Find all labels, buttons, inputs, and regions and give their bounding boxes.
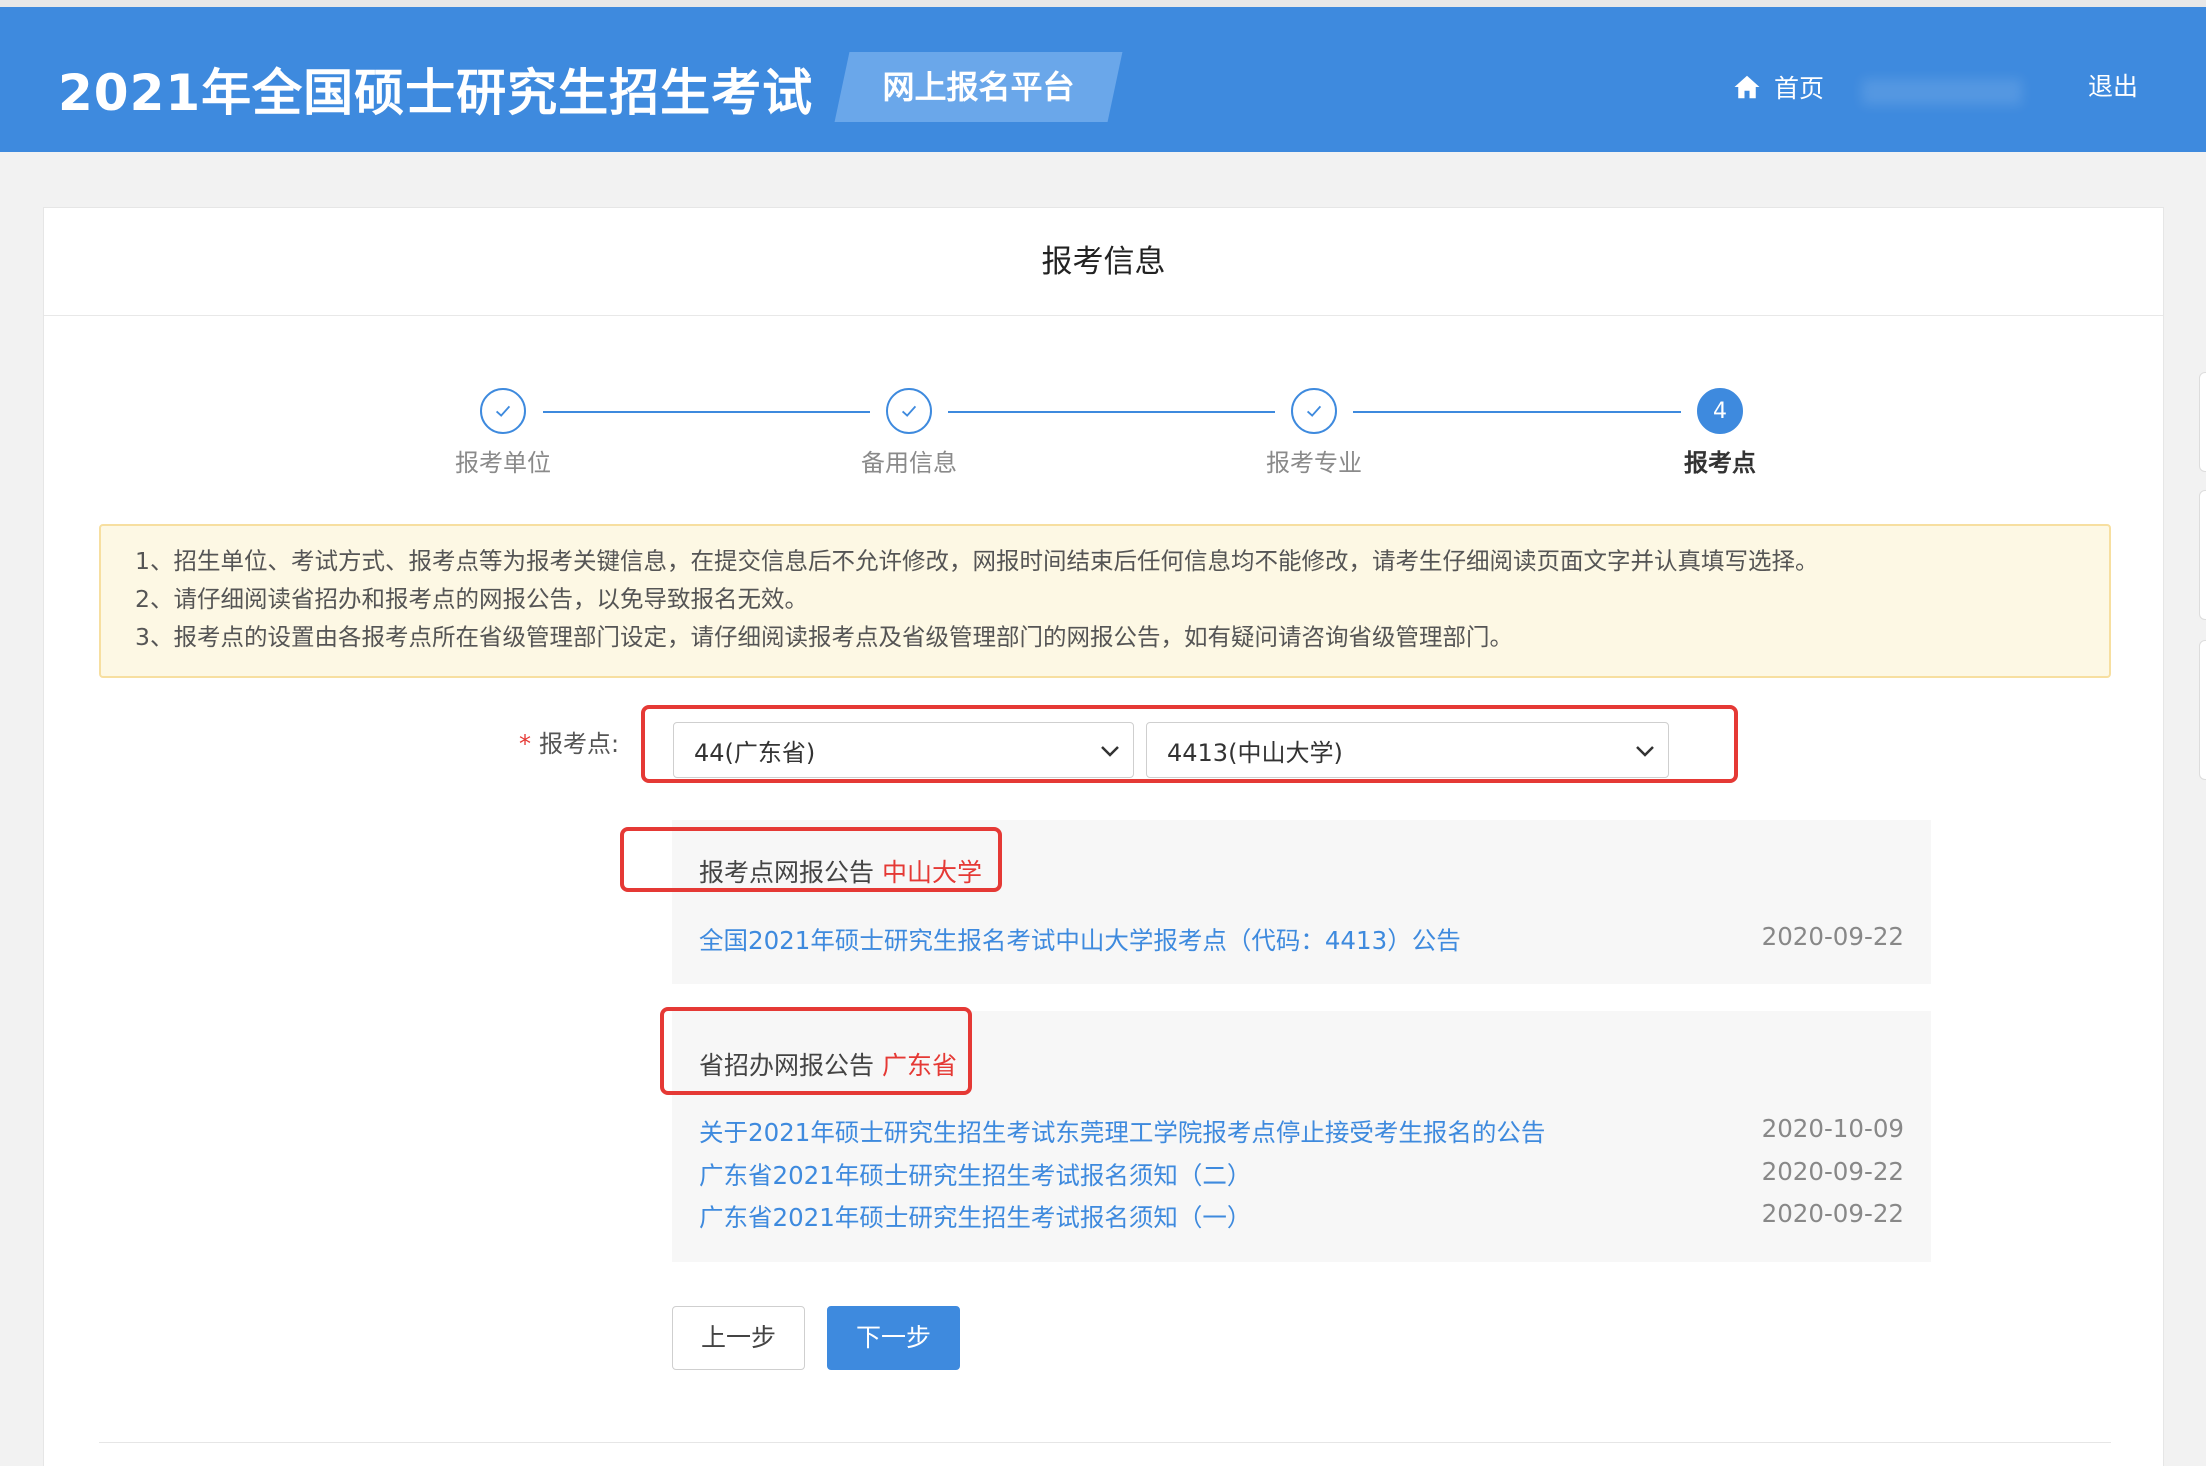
main-card: 报考信息 报考单位 备用信息 报考专业 4 报考点 1、招生单位、考试方式、报考… bbox=[43, 207, 2164, 1466]
edge-tab[interactable] bbox=[2199, 640, 2206, 780]
home-link[interactable]: 首页 bbox=[1732, 65, 1824, 109]
exam-site-label-text: 报考点: bbox=[539, 730, 620, 758]
page-title: 报考信息 bbox=[44, 208, 2163, 316]
province-select-value: 44(广东省) bbox=[694, 738, 816, 767]
notice-box: 1、招生单位、考试方式、报考点等为报考关键信息，在提交信息后不允许修改，网报时间… bbox=[99, 524, 2111, 678]
step-1-label: 报考单位 bbox=[455, 449, 551, 477]
step-3-check-icon bbox=[1291, 388, 1337, 434]
announcement-link[interactable]: 广东省2021年硕士研究生招生考试报名须知（一） bbox=[699, 1199, 1251, 1234]
step-connector bbox=[1353, 411, 1681, 413]
exam-site-select[interactable]: 4413(中山大学) bbox=[1146, 722, 1669, 778]
edge-tab[interactable] bbox=[2199, 490, 2206, 620]
step-4-label: 报考点 bbox=[1684, 449, 1756, 477]
top-strip bbox=[0, 0, 2206, 7]
logout-link[interactable]: 退出 bbox=[2088, 65, 2138, 109]
step-2-label: 备用信息 bbox=[861, 449, 957, 477]
announcement-date: 2020-10-09 bbox=[1761, 1114, 1904, 1143]
annotation-highlight-province-heading bbox=[660, 1007, 972, 1095]
announcement-date: 2020-09-22 bbox=[1761, 922, 1904, 951]
exam-site-label: * 报考点: bbox=[519, 728, 619, 760]
site-title: 2021年全国硕士研究生招生考试 bbox=[58, 64, 814, 122]
list-item: 广东省2021年硕士研究生招生考试报名须知（二） 2020-09-22 bbox=[699, 1157, 1904, 1197]
notice-line: 3、报考点的设置由各报考点所在省级管理部门设定，请仔细阅读报考点及省级管理部门的… bbox=[135, 623, 1513, 651]
chevron-down-icon bbox=[1636, 746, 1654, 757]
announcement-link[interactable]: 关于2021年硕士研究生招生考试东莞理工学院报考点停止接受考生报名的公告 bbox=[699, 1114, 1545, 1149]
announcement-link[interactable]: 全国2021年硕士研究生报名考试中山大学报考点（代码：4413）公告 bbox=[699, 922, 1461, 957]
list-item: 全国2021年硕士研究生报名考试中山大学报考点（代码：4413）公告 2020-… bbox=[699, 922, 1904, 962]
annotation-highlight-site-heading bbox=[620, 827, 1002, 892]
required-mark: * bbox=[519, 730, 531, 758]
announcement-date: 2020-09-22 bbox=[1761, 1199, 1904, 1228]
exam-site-select-value: 4413(中山大学) bbox=[1167, 738, 1343, 767]
province-select[interactable]: 44(广东省) bbox=[673, 722, 1134, 778]
home-label: 首页 bbox=[1774, 74, 1825, 103]
home-icon bbox=[1734, 75, 1760, 99]
redacted-username bbox=[1862, 79, 2022, 105]
step-4-number: 4 bbox=[1697, 388, 1743, 434]
list-item: 广东省2021年硕士研究生招生考试报名须知（一） 2020-09-22 bbox=[699, 1199, 1904, 1239]
list-item: 关于2021年硕士研究生招生考试东莞理工学院报考点停止接受考生报名的公告 202… bbox=[699, 1114, 1904, 1154]
announcement-date: 2020-09-22 bbox=[1761, 1157, 1904, 1186]
step-connector bbox=[543, 411, 870, 413]
step-1-check-icon bbox=[480, 388, 526, 434]
notice-line: 1、招生单位、考试方式、报考点等为报考关键信息，在提交信息后不允许修改，网报时间… bbox=[135, 547, 1819, 575]
edge-tab[interactable] bbox=[2199, 372, 2206, 472]
platform-tag: 网上报名平台 bbox=[882, 68, 1075, 106]
step-3-label: 报考专业 bbox=[1266, 449, 1362, 477]
site-header: 2021年全国硕士研究生招生考试 网上报名平台 首页 退出 bbox=[0, 7, 2206, 152]
divider bbox=[99, 1442, 2111, 1443]
notice-line: 2、请仔细阅读省招办和报考点的网报公告，以免导致报名无效。 bbox=[135, 585, 808, 613]
step-2-check-icon bbox=[886, 388, 932, 434]
chevron-down-icon bbox=[1101, 746, 1119, 757]
announcement-link[interactable]: 广东省2021年硕士研究生招生考试报名须知（二） bbox=[699, 1157, 1251, 1192]
step-connector bbox=[948, 411, 1275, 413]
prev-step-button[interactable]: 上一步 bbox=[672, 1306, 805, 1370]
next-step-button[interactable]: 下一步 bbox=[827, 1306, 960, 1370]
